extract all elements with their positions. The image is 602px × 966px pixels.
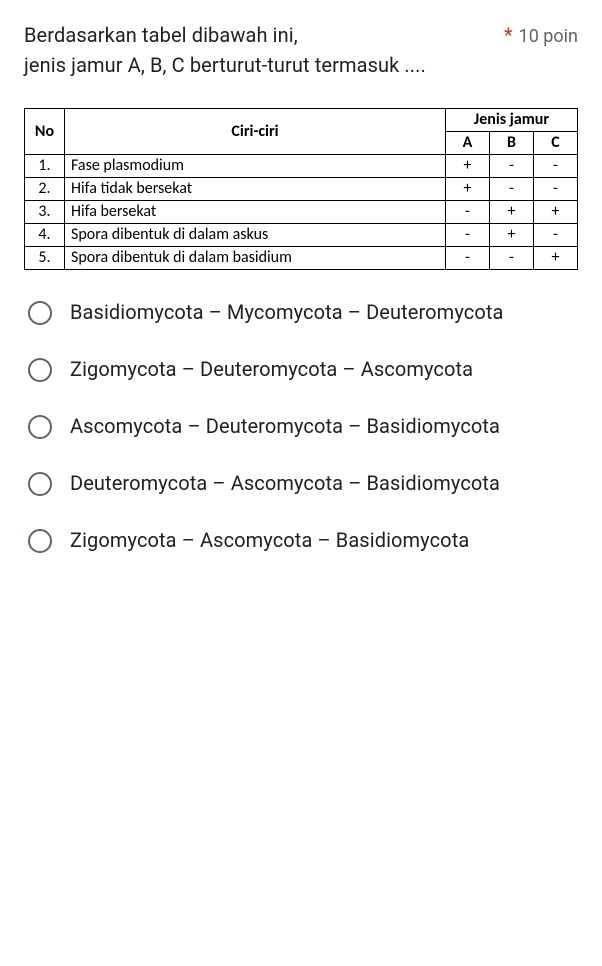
cell-b: + — [490, 224, 534, 247]
radio-icon — [28, 358, 52, 382]
radio-icon — [28, 301, 52, 325]
cell-no: 5. — [25, 247, 65, 270]
th-ciri: Ciri-ciri — [65, 109, 446, 155]
cell-ciri: Spora dibentuk di dalam askus — [65, 224, 446, 247]
cell-b: - — [490, 155, 534, 178]
question-line1: Berdasarkan tabel dibawah ini, — [24, 23, 298, 47]
cell-ciri: Fase plasmodium — [65, 155, 446, 178]
th-c: C — [534, 132, 578, 155]
table-row: 5. Spora dibentuk di dalam basidium - - … — [25, 247, 578, 270]
points-label: 10 poin — [519, 23, 578, 50]
cell-c: - — [534, 178, 578, 201]
cell-ciri: Hifa bersekat — [65, 201, 446, 224]
cell-a: - — [446, 247, 490, 270]
cell-no: 1. — [25, 155, 65, 178]
cell-a: - — [446, 224, 490, 247]
cell-b: + — [490, 201, 534, 224]
cell-a: - — [446, 201, 490, 224]
option-3[interactable]: Ascomycota – Deuteromycota – Basidiomyco… — [28, 412, 578, 441]
option-5[interactable]: Zigomycota – Ascomycota – Basidiomycota — [28, 526, 578, 555]
option-label: Zigomycota – Deuteromycota – Ascomycota — [70, 355, 483, 384]
option-label: Deuteromycota – Ascomycota – Basidiomyco… — [70, 469, 510, 498]
cell-a: + — [446, 155, 490, 178]
cell-no: 3. — [25, 201, 65, 224]
cell-a: + — [446, 178, 490, 201]
options-group: Basidiomycota – Mycomycota – Deuteromyco… — [24, 298, 578, 555]
cell-b: - — [490, 178, 534, 201]
cell-c: + — [534, 201, 578, 224]
table-row: 2. Hifa tidak bersekat + - - — [25, 178, 578, 201]
cell-ciri: Spora dibentuk di dalam basidium — [65, 247, 446, 270]
table-row: 1. Fase plasmodium + - - — [25, 155, 578, 178]
option-label: Zigomycota – Ascomycota – Basidiomycota — [70, 526, 479, 555]
option-label: Basidiomycota – Mycomycota – Deuteromyco… — [70, 298, 513, 327]
table-row: 4. Spora dibentuk di dalam askus - + - — [25, 224, 578, 247]
th-jenis: Jenis jamur — [446, 109, 578, 132]
option-2[interactable]: Zigomycota – Deuteromycota – Ascomycota — [28, 355, 578, 384]
table-row: 3. Hifa bersekat - + + — [25, 201, 578, 224]
cell-no: 2. — [25, 178, 65, 201]
option-1[interactable]: Basidiomycota – Mycomycota – Deuteromyco… — [28, 298, 578, 327]
cell-c: - — [534, 155, 578, 178]
radio-icon — [28, 415, 52, 439]
characteristics-table: No Ciri-ciri Jenis jamur A B C 1. Fase p… — [24, 108, 578, 270]
question-line2: jenis jamur A, B, C berturut-turut terma… — [24, 53, 426, 77]
cell-no: 4. — [25, 224, 65, 247]
cell-c: + — [534, 247, 578, 270]
required-mark: * — [504, 20, 513, 50]
radio-icon — [28, 529, 52, 553]
option-4[interactable]: Deuteromycota – Ascomycota – Basidiomyco… — [28, 469, 578, 498]
radio-icon — [28, 472, 52, 496]
cell-ciri: Hifa tidak bersekat — [65, 178, 446, 201]
th-a: A — [446, 132, 490, 155]
question-block: Berdasarkan tabel dibawah ini, * 10 poin… — [24, 20, 578, 80]
cell-c: - — [534, 224, 578, 247]
th-b: B — [490, 132, 534, 155]
option-label: Ascomycota – Deuteromycota – Basidiomyco… — [70, 412, 510, 441]
th-no: No — [25, 109, 65, 155]
cell-b: - — [490, 247, 534, 270]
